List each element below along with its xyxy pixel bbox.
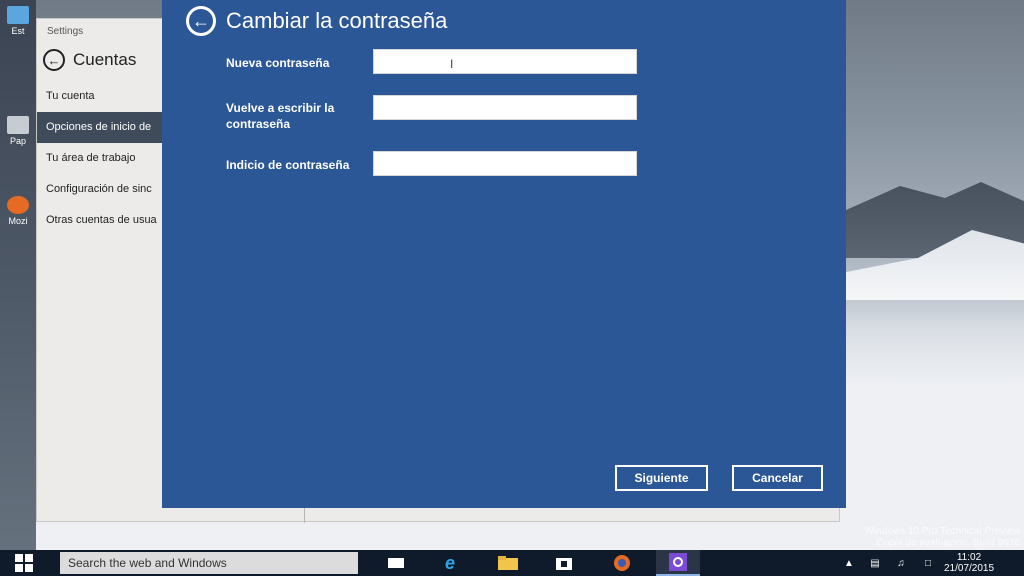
chevron-up-icon: ▲ <box>844 557 854 569</box>
desktop-icon-computer[interactable]: Est <box>4 6 32 36</box>
store-icon <box>556 558 572 570</box>
text-cursor-icon: I <box>450 57 454 71</box>
build-watermark-line2: Copia de evaluación. Build 9926 <box>876 538 1020 549</box>
settings-section-title: Cuentas <box>73 50 137 69</box>
settings-back-button[interactable]: ← <box>43 49 65 71</box>
confirm-password-label: Vuelve a escribir la contraseña <box>226 101 335 131</box>
task-view-icon <box>388 558 404 568</box>
new-password-input[interactable] <box>373 49 637 74</box>
back-arrow-icon: ← <box>192 10 210 31</box>
dialog-back-button[interactable]: ← <box>186 6 216 36</box>
volume-button[interactable]: ♫ <box>892 550 910 576</box>
clock-date: 21/07/2015 <box>944 563 995 574</box>
action-center-button[interactable]: □ <box>918 550 938 576</box>
internet-explorer-button[interactable]: e <box>428 550 472 576</box>
confirm-password-input[interactable] <box>373 95 637 120</box>
taskbar-search-box[interactable]: Search the web and Windows <box>60 552 358 574</box>
windows-logo-icon <box>15 554 33 572</box>
desktop-icon-firefox[interactable]: Mozi <box>4 196 32 226</box>
volume-icon: ♫ <box>897 557 905 569</box>
taskbar: Search the web and Windows e ▲ ▤ ♫ □ 11:… <box>0 550 1024 576</box>
build-watermark-line1: Windows 10 Pro Technical Preview <box>864 526 1020 537</box>
dialog-title: Cambiar la contraseña <box>226 8 448 33</box>
file-explorer-button[interactable] <box>486 550 530 576</box>
clock-time: 11:02 <box>956 552 982 563</box>
recycle-bin-icon <box>7 116 29 134</box>
start-button[interactable] <box>0 550 48 576</box>
change-password-dialog: ← Cambiar la contraseña Nueva contraseña… <box>162 0 846 508</box>
monitor-icon <box>7 6 29 24</box>
desktop-left-strip <box>0 0 36 550</box>
network-button[interactable]: ▤ <box>866 550 884 576</box>
firefox-icon <box>7 196 29 214</box>
taskbar-clock[interactable]: 11:02 21/07/2015 <box>944 552 994 574</box>
new-password-label: Nueva contraseña <box>226 56 330 70</box>
firefox-button[interactable] <box>600 550 644 576</box>
desktop-icon-recycle-bin[interactable]: Pap <box>4 116 32 146</box>
gear-icon <box>669 553 687 571</box>
next-button[interactable]: Siguiente <box>615 465 708 491</box>
password-hint-input[interactable] <box>373 151 637 176</box>
folder-icon <box>498 556 518 570</box>
password-hint-label: Indicio de contraseña <box>226 158 350 172</box>
store-button[interactable] <box>542 550 586 576</box>
task-view-button[interactable] <box>374 550 418 576</box>
dialog-header: ← Cambiar la contraseña <box>186 6 447 36</box>
cancel-button[interactable]: Cancelar <box>732 465 823 491</box>
back-arrow-icon: ← <box>47 52 61 68</box>
settings-button[interactable] <box>656 550 700 576</box>
firefox-icon <box>614 555 630 571</box>
action-center-icon: □ <box>924 557 932 569</box>
network-icon: ▤ <box>870 557 880 569</box>
show-hidden-icons-button[interactable]: ▲ <box>842 550 856 576</box>
internet-explorer-icon: e <box>444 552 455 573</box>
